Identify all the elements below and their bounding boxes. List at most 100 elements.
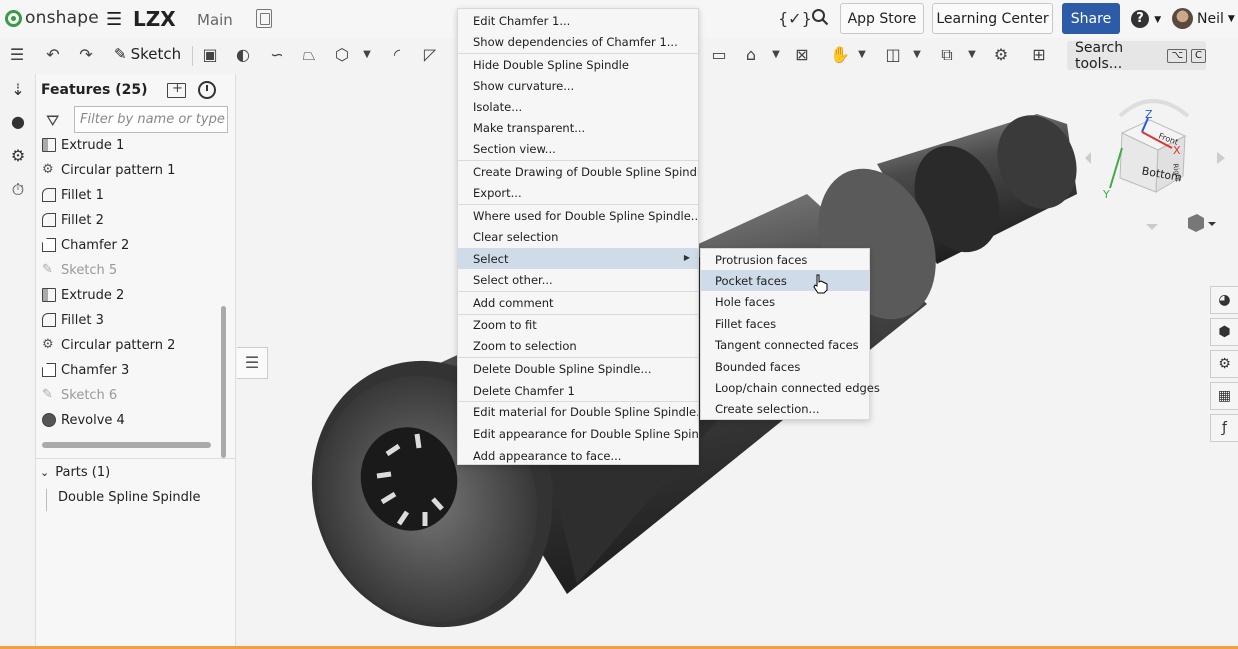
redo-icon[interactable]: ↷ (77, 46, 95, 64)
workspace-label[interactable]: Main (197, 11, 233, 29)
vertical-scrollbar[interactable] (221, 306, 226, 458)
menu-item-edit-material[interactable]: Edit material for Double Spline Spindle.… (458, 401, 698, 422)
feature-item[interactable]: Extrude 1 (42, 134, 124, 156)
submenu-item-tangent-connected-faces[interactable]: Tangent connected faces (701, 334, 869, 355)
extrude-icon[interactable]: ▣ (201, 46, 219, 64)
parts-header[interactable]: ⌄ Parts (1) (40, 465, 110, 480)
rollback-clock-icon[interactable] (198, 81, 216, 99)
menu-item-add-comment[interactable]: Add comment (458, 292, 698, 313)
document-title[interactable]: LZX (133, 7, 176, 31)
versions-icon[interactable] (256, 9, 272, 28)
submenu-item-pocket-faces[interactable]: Pocket faces (701, 270, 869, 291)
menu-item-where-used[interactable]: Where used for Double Spline Spindle... (458, 205, 698, 226)
menu-item-isolate[interactable]: Isolate... (458, 96, 698, 117)
chevron-down-icon[interactable]: ▼ (358, 46, 376, 64)
rotate-left-arrow-icon[interactable] (1085, 152, 1091, 164)
help-menu[interactable]: ? ▼ (1131, 8, 1161, 28)
feature-item[interactable]: Fillet 3 (42, 309, 104, 331)
chevron-down-icon[interactable]: ▼ (908, 46, 926, 64)
submenu-item-create-selection[interactable]: Create selection... (701, 398, 869, 419)
surface-icon[interactable]: ⧉ (938, 46, 956, 64)
menu-item-zoom-to-fit[interactable]: Zoom to fit (458, 314, 698, 335)
feature-item[interactable]: Revolve 4 (42, 409, 125, 431)
timer-icon[interactable]: ⏱ (8, 180, 28, 200)
variables-icon[interactable]: {✓} (778, 9, 812, 28)
user-menu[interactable]: Neil ▼ (1172, 8, 1235, 29)
thicken-icon[interactable]: ⬡ (333, 46, 351, 64)
mass-properties-icon[interactable]: ⚙ (1210, 350, 1238, 378)
appearance-icon[interactable]: ◕ (1210, 286, 1238, 314)
sheet-metal-icon[interactable]: ◫ (884, 46, 902, 64)
chevron-down-icon[interactable]: ▼ (853, 46, 871, 64)
feature-item[interactable]: ⚙ Circular pattern 2 (42, 334, 175, 356)
submenu-item-bounded-faces[interactable]: Bounded faces (701, 356, 869, 377)
menu-item-export[interactable]: Export... (458, 182, 698, 203)
part-item[interactable]: Double Spline Spindle (58, 490, 201, 505)
add-custom-feature-icon[interactable]: ⊞ (1030, 46, 1048, 64)
menu-item-edit-appearance[interactable]: Edit appearance for Double Spline Spindl… (458, 423, 698, 444)
rotate-arc-icon[interactable] (1118, 99, 1190, 118)
revolve-icon[interactable]: ◐ (234, 46, 252, 64)
fillet-icon[interactable]: ◜ (388, 46, 406, 64)
feature-item[interactable]: Extrude 2 (42, 284, 124, 306)
menu-item-show-curvature[interactable]: Show curvature... (458, 75, 698, 96)
view-cube[interactable]: Bottom Front Right Z X Y (1080, 88, 1230, 238)
sketch-button[interactable]: ✎ Sketch (114, 45, 181, 63)
menu-item-zoom-to-selection[interactable]: Zoom to selection (458, 335, 698, 356)
transform-icon[interactable]: ✋ (830, 46, 850, 64)
menu-item-show-dependencies[interactable]: Show dependencies of Chamfer 1... (458, 31, 698, 52)
menu-item-section-view[interactable]: Section view... (458, 138, 698, 159)
app-store-button[interactable]: App Store (840, 3, 924, 34)
menu-item-make-transparent[interactable]: Make transparent... (458, 117, 698, 138)
variables-table-icon[interactable]: ƒ (1210, 414, 1238, 442)
menu-item-delete-part[interactable]: Delete Double Spline Spindle... (458, 358, 698, 379)
loft-icon[interactable]: ⏢ (300, 46, 318, 64)
chevron-down-icon[interactable]: ▼ (963, 46, 981, 64)
submenu-item-protrusion-faces[interactable]: Protrusion faces (701, 249, 869, 270)
feature-item[interactable]: Fillet 1 (42, 184, 104, 206)
feature-item[interactable]: Fillet 2 (42, 209, 104, 231)
comment-icon[interactable]: ● (8, 112, 28, 132)
configurations-icon[interactable]: ⚙ (8, 146, 28, 166)
submenu-item-hole-faces[interactable]: Hole faces (701, 291, 869, 312)
horizontal-scrollbar[interactable] (42, 442, 211, 448)
view-options-icon[interactable] (1188, 214, 1216, 232)
search-tools-input[interactable]: Search tools... ⌥ C (1067, 40, 1206, 72)
sweep-icon[interactable]: ∽ (268, 46, 286, 64)
measure-icon[interactable]: ▦ (1210, 382, 1238, 410)
feature-item[interactable]: ⚙ Circular pattern 1 (42, 159, 175, 181)
filter-icon[interactable]: ⛛ (46, 111, 59, 131)
onshape-logo[interactable]: onshape (5, 8, 99, 28)
delete-part-icon[interactable]: ⊠ (793, 46, 811, 64)
add-folder-icon[interactable] (167, 81, 186, 98)
share-button[interactable]: Share (1062, 3, 1120, 34)
submenu-item-fillet-faces[interactable]: Fillet faces (701, 313, 869, 334)
rotate-down-arrow-icon[interactable] (1146, 224, 1158, 230)
part-studio-icon[interactable]: ⬢ (1210, 318, 1238, 346)
insert-icon[interactable]: ⇣ (8, 80, 28, 100)
learning-center-button[interactable]: Learning Center (932, 3, 1053, 34)
menu-item-delete-chamfer[interactable]: Delete Chamfer 1 (458, 380, 698, 401)
rotate-right-arrow-icon[interactable] (1217, 152, 1225, 164)
menu-item-select-other[interactable]: Select other... (458, 269, 698, 290)
chevron-down-icon[interactable]: ▼ (767, 46, 785, 64)
feature-item[interactable]: Chamfer 3 (42, 359, 129, 381)
menu-item-edit-chamfer[interactable]: Edit Chamfer 1... (458, 10, 698, 31)
feature-item[interactable]: Chamfer 2 (42, 234, 129, 256)
menu-item-clear-selection[interactable]: Clear selection (458, 226, 698, 247)
menu-item-create-drawing[interactable]: Create Drawing of Double Spline Spindle.… (458, 161, 698, 182)
feature-item[interactable]: ✎ Sketch 6 (42, 384, 117, 406)
feature-list-icon[interactable]: ☰ (8, 46, 26, 64)
chamfer-icon[interactable]: ◸ (421, 46, 439, 64)
menu-icon[interactable]: ☰ (106, 9, 122, 30)
submenu-item-loop-chain-edges[interactable]: Loop/chain connected edges (701, 377, 880, 398)
custom-feature-icon[interactable]: ⚙ (992, 46, 1010, 64)
search-icon[interactable] (811, 8, 829, 26)
menu-item-select[interactable]: Select ▶ (458, 248, 698, 269)
menu-item-hide[interactable]: Hide Double Spline Spindle (458, 54, 698, 75)
menu-item-add-appearance[interactable]: Add appearance to face... (458, 445, 698, 466)
filter-input[interactable]: Filter by name or type (74, 106, 228, 133)
feature-item[interactable]: ✎ Sketch 5 (42, 259, 117, 281)
mate-connector-icon[interactable]: ⌂ (742, 46, 760, 64)
undo-icon[interactable]: ↶ (44, 46, 62, 64)
